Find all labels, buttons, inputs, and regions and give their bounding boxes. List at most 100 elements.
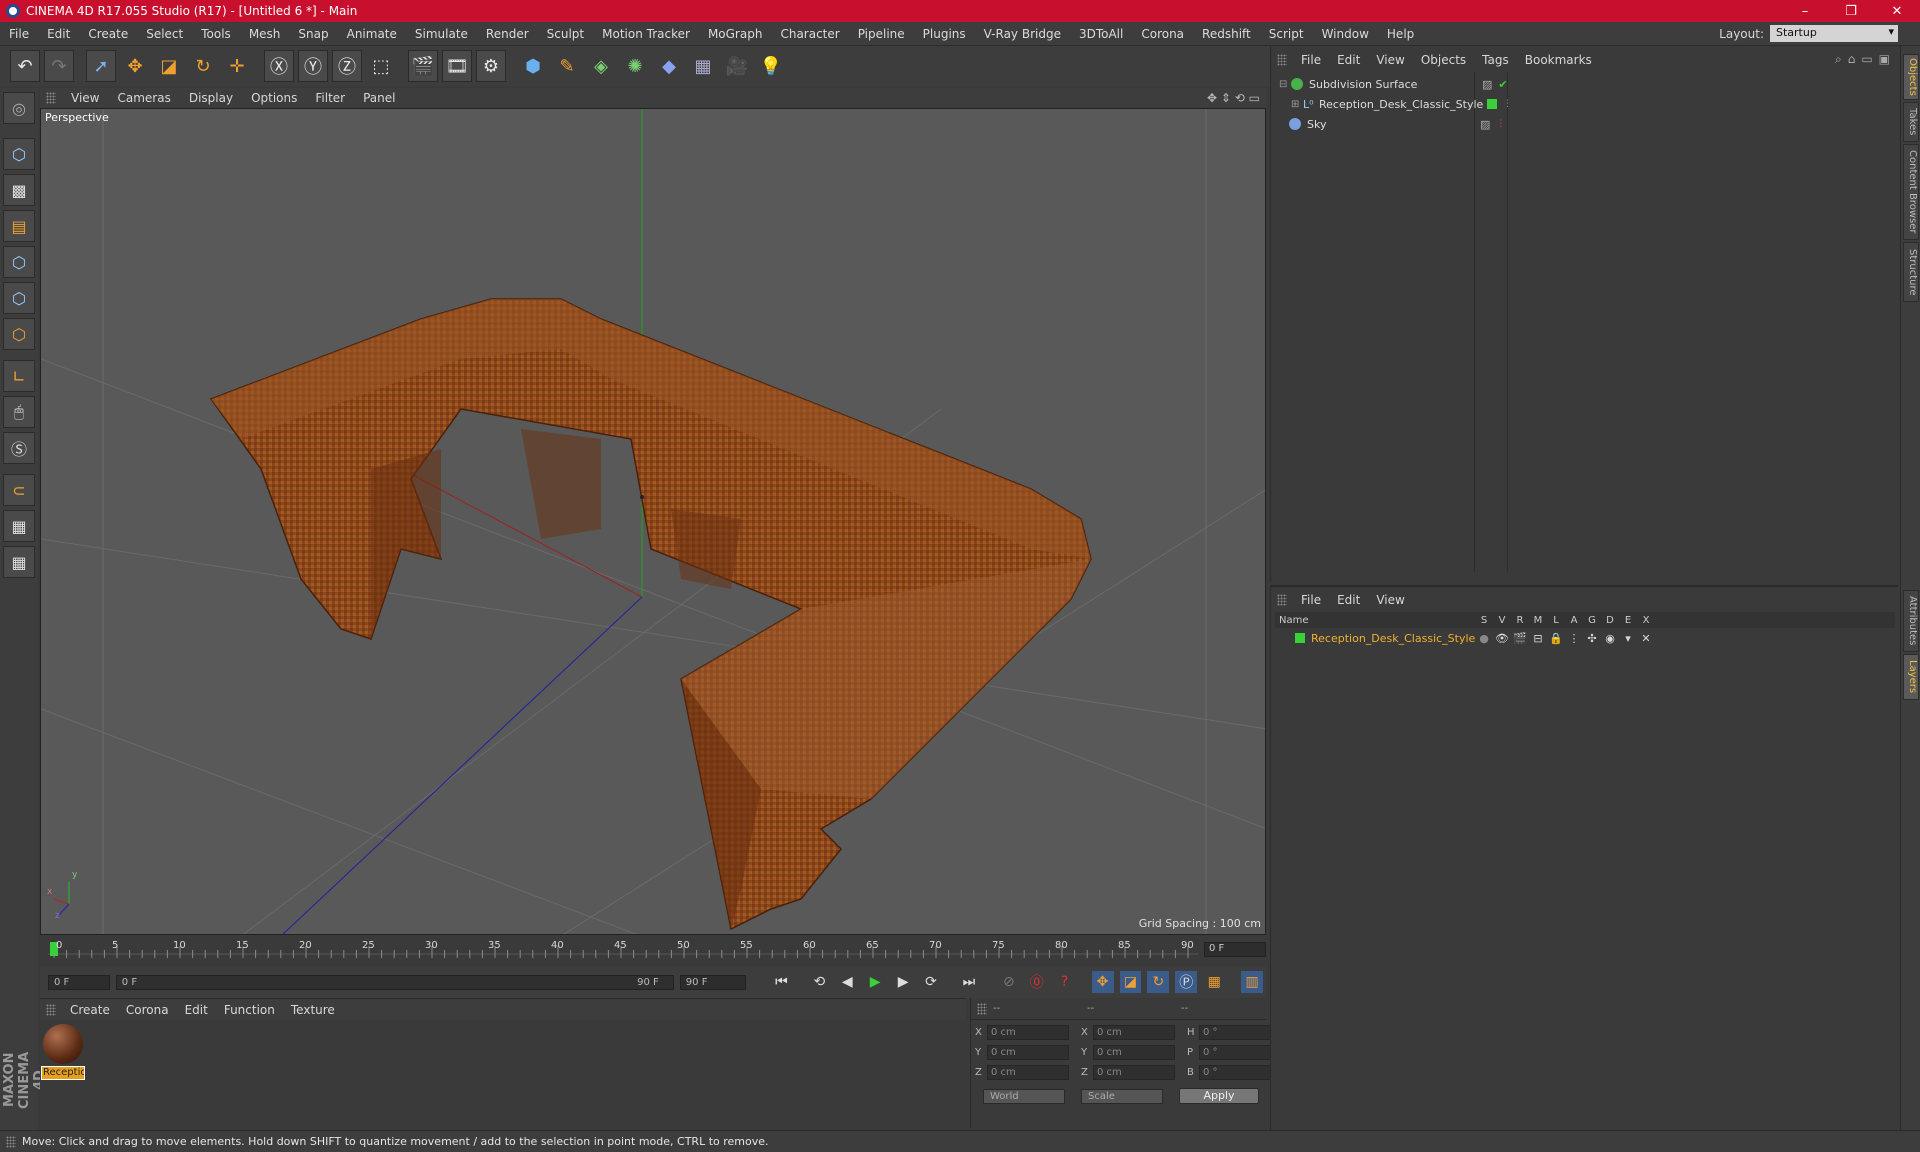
home-icon[interactable]: ⌂ [1848, 52, 1856, 67]
key-position-icon[interactable]: ✥ [1091, 971, 1114, 993]
object-row-sky[interactable]: Sky ▨ ⋮ [1271, 114, 1899, 134]
perspective-viewport[interactable]: Perspective y x z Grid Spacing : 100 cm [40, 108, 1266, 935]
visibility-dots-icon[interactable]: ⋮ [1503, 99, 1512, 109]
tab-layers[interactable]: Layers [1903, 654, 1919, 700]
layer-name[interactable]: Reception_Desk_Classic_Style [1311, 632, 1475, 645]
menu-vray-bridge[interactable]: V-Ray Bridge [975, 27, 1070, 41]
vp-menu-filter[interactable]: Filter [306, 91, 354, 105]
menu-character[interactable]: Character [771, 27, 848, 41]
eye-icon[interactable]: 👁 [1493, 632, 1511, 645]
pen-spline-icon[interactable]: ✎ [552, 50, 582, 82]
solo-toggle-icon[interactable]: ● [1475, 632, 1493, 645]
redo-icon[interactable]: ↷ [44, 50, 74, 82]
menu-help[interactable]: Help [1378, 27, 1423, 41]
make-editable-icon[interactable]: ◎ [3, 92, 35, 124]
next-frame-icon[interactable]: ▶ [892, 971, 914, 993]
menu-sculpt[interactable]: Sculpt [538, 27, 593, 41]
size-x-field[interactable]: 0 cm [1093, 1025, 1175, 1040]
obj-menu-tags[interactable]: Tags [1474, 53, 1517, 67]
obj-menu-bookmarks[interactable]: Bookmarks [1517, 53, 1600, 67]
obj-menu-file[interactable]: File [1293, 53, 1329, 67]
menu-window[interactable]: Window [1313, 27, 1378, 41]
object-name[interactable]: Sky [1307, 118, 1472, 131]
cloner-icon[interactable]: ✺ [620, 50, 650, 82]
polygons-mode-icon[interactable]: ⬡ [3, 318, 35, 350]
layer-menu-view[interactable]: View [1368, 593, 1412, 607]
layer-menu-edit[interactable]: Edit [1329, 593, 1368, 607]
position-z-field[interactable]: 0 cm [987, 1065, 1069, 1080]
live-selection-icon[interactable]: ➚ [86, 50, 116, 82]
expand-icon[interactable]: ⊞ [1291, 99, 1301, 110]
play-forward-icon[interactable]: ▶ [864, 971, 886, 993]
tab-objects[interactable]: Objects [1903, 54, 1919, 100]
new-window-icon[interactable]: ▭ [1861, 52, 1872, 67]
frame-range-slider[interactable]: 0 F 90 F [115, 974, 674, 990]
z-axis-lock-icon[interactable]: Ⓩ [332, 50, 362, 82]
lock-icon[interactable]: 🔒 [1547, 632, 1565, 645]
rotation-h-field[interactable]: 0 ° [1199, 1025, 1279, 1040]
coordinate-system-icon[interactable]: ⬚ [366, 50, 396, 82]
key-rotation-icon[interactable]: ↻ [1147, 971, 1170, 993]
vp-menu-view[interactable]: View [62, 91, 108, 105]
tab-attributes[interactable]: Attributes [1903, 590, 1919, 652]
floor-icon[interactable]: ▦ [688, 50, 718, 82]
cube-primitive-icon[interactable]: ⬢ [518, 50, 548, 82]
vp-menu-cameras[interactable]: Cameras [108, 91, 179, 105]
material-name-label[interactable]: Reception_Desk_Classic_Style [41, 1066, 85, 1080]
menu-pipeline[interactable]: Pipeline [849, 27, 914, 41]
reception-desk-model[interactable] [209, 298, 1092, 931]
axis-mode-icon[interactable]: ∟ [3, 360, 35, 392]
menu-snap[interactable]: Snap [289, 27, 337, 41]
record-active-objects-icon[interactable]: ⓪ [1026, 971, 1048, 993]
minimize-button[interactable]: – [1782, 0, 1828, 22]
mat-menu-function[interactable]: Function [216, 1003, 283, 1017]
grip-icon[interactable] [46, 1003, 56, 1016]
model-mode-icon[interactable]: ⬡ [3, 138, 35, 170]
obj-menu-view[interactable]: View [1368, 53, 1412, 67]
layer-color-icon[interactable] [1295, 633, 1305, 643]
enabled-check-icon[interactable]: ✔ [1498, 78, 1507, 91]
render-picture-viewer-icon[interactable]: 🎞 [442, 50, 472, 82]
menu-tools[interactable]: Tools [192, 27, 240, 41]
timeline-window-icon[interactable]: ▥ [1241, 971, 1264, 993]
mat-menu-texture[interactable]: Texture [283, 1003, 343, 1017]
magnet-icon[interactable]: ⊂ [3, 474, 35, 506]
maximize-button[interactable]: ❐ [1828, 0, 1874, 22]
lock-icon[interactable]: ▣ [1879, 52, 1890, 67]
points-mode-icon[interactable]: ⬡ [3, 246, 35, 278]
planar-workplane-icon[interactable]: ▦ [3, 546, 35, 578]
grip-icon[interactable] [46, 92, 56, 104]
menu-corona[interactable]: Corona [1132, 27, 1193, 41]
keyframe-disabled-icon[interactable]: ⊘ [998, 971, 1020, 993]
layer-toggle-icon[interactable]: ▨ [1480, 118, 1490, 131]
edit-render-settings-icon[interactable]: ⚙ [476, 50, 506, 82]
key-scale-icon[interactable]: ◪ [1119, 971, 1142, 993]
position-x-field[interactable]: 0 cm [987, 1025, 1069, 1040]
move-tool-icon[interactable]: ✥ [120, 50, 150, 82]
go-to-end-icon[interactable]: ⏭ [958, 971, 980, 993]
deformer-icon[interactable]: ◆ [654, 50, 684, 82]
start-frame-field[interactable]: 0 F [48, 974, 110, 990]
menu-animate[interactable]: Animate [338, 27, 406, 41]
position-y-field[interactable]: 0 cm [987, 1045, 1069, 1060]
previous-frame-icon[interactable]: ◀ [836, 971, 858, 993]
grip-icon[interactable] [6, 1135, 16, 1148]
rotate-tool-icon[interactable]: ↻ [188, 50, 218, 82]
locked-workplane-icon[interactable]: ▦ [3, 510, 35, 542]
tab-takes[interactable]: Takes [1903, 102, 1919, 142]
close-button[interactable]: ✕ [1874, 0, 1920, 22]
menu-script[interactable]: Script [1260, 27, 1313, 41]
edges-mode-icon[interactable]: ⬡ [3, 282, 35, 314]
viewport-nav-icons[interactable]: ✥ ⇕ ⟲ ▭ [1207, 91, 1260, 105]
mat-menu-corona[interactable]: Corona [118, 1003, 177, 1017]
obj-menu-objects[interactable]: Objects [1413, 53, 1474, 67]
menu-3dtoall[interactable]: 3DToAll [1070, 27, 1132, 41]
coordinate-mode-select[interactable]: World [983, 1089, 1065, 1104]
animation-icon[interactable]: ⋮ [1565, 632, 1583, 645]
key-pla-icon[interactable]: ▦ [1203, 971, 1225, 993]
search-icon[interactable]: ⌕ [1835, 52, 1842, 67]
collapse-icon[interactable]: ⊟ [1279, 79, 1289, 90]
key-parameter-icon[interactable]: Ⓟ [1175, 971, 1198, 993]
camera-icon[interactable]: 🎥 [722, 50, 752, 82]
vp-menu-panel[interactable]: Panel [354, 91, 404, 105]
